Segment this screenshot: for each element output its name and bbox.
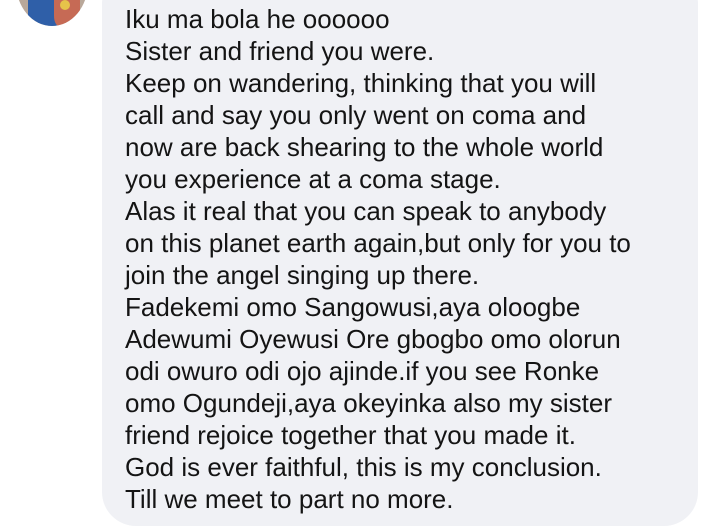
comment-line: Sister and friend you were. bbox=[125, 36, 435, 66]
avatar[interactable] bbox=[16, 0, 88, 26]
comment-line: Fadekemi omo Sangowusi,aya oloogbe bbox=[125, 292, 581, 322]
comment-line: Till we meet to part no more. bbox=[125, 484, 454, 514]
comment-line: odi owuro odi ojo ajinde.if you see Ronk… bbox=[125, 356, 600, 386]
comment-line: join the angel singing up there. bbox=[125, 260, 480, 290]
comment-line: now are back shearing to the whole world bbox=[125, 132, 604, 162]
comment-line: you experience at a coma stage. bbox=[125, 164, 501, 194]
comment-line: friend rejoice together that you made it… bbox=[125, 420, 576, 450]
comment-line: God is ever faithful, this is my conclus… bbox=[125, 452, 602, 482]
avatar-photo-detail bbox=[60, 0, 70, 10]
comment-line: on this planet earth again,but only for … bbox=[125, 228, 631, 258]
comment-line: Alas it real that you can speak to anybo… bbox=[125, 196, 607, 226]
comment-line: omo Ogundeji,aya okeyinka also my sister bbox=[125, 388, 613, 418]
comment-line: call and say you only went on coma and bbox=[125, 100, 587, 130]
comment-line: Keep on wandering, thinking that you wil… bbox=[125, 68, 597, 98]
comment-text: Iku ma bola he oooooo Sister and friend … bbox=[125, 3, 705, 515]
comment-screen: Iku ma bola he oooooo Sister and friend … bbox=[0, 0, 720, 530]
comment-line: Iku ma bola he oooooo bbox=[125, 4, 390, 34]
comment-line: Adewumi Oyewusi Ore gbogbo omo olorun bbox=[125, 324, 621, 354]
